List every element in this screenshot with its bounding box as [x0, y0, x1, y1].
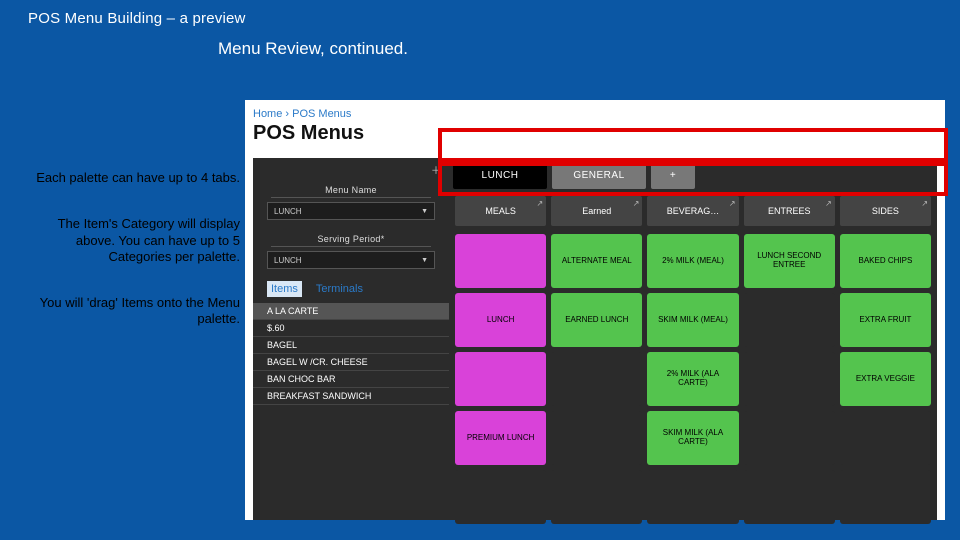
menu-cell[interactable]: [455, 470, 546, 524]
app-screenshot: Home › POS Menus POS Menus ＋ Menu Name L…: [245, 100, 945, 520]
item-list: A LA CARTE $.60 BAGEL BAGEL W /CR. CHEES…: [253, 303, 449, 405]
slide-subheading: Menu Review, continued.: [0, 37, 960, 71]
category-label: Earned: [582, 206, 611, 216]
chevron-down-icon: ▼: [421, 208, 428, 215]
breadcrumb[interactable]: Home › POS Menus: [245, 100, 945, 122]
menu-name-label: Menu Name: [253, 177, 449, 195]
menu-cell[interactable]: BAKED CHIPS: [840, 234, 931, 288]
menu-cell[interactable]: EXTRA FRUIT: [840, 293, 931, 347]
category-tab[interactable]: MEALS ↗: [455, 196, 546, 226]
serving-period-input[interactable]: LUNCH ▼: [267, 251, 435, 269]
category-tab[interactable]: Earned ↗: [551, 196, 642, 226]
menu-cell[interactable]: SKIM MILK (MEAL): [647, 293, 738, 347]
palette-area: LUNCH GENERAL + MEALS ↗ Earned ↗ BEVERAG… ↗…: [449, 158, 937, 520]
slide-title: POS Menu Building – a preview: [0, 0, 960, 37]
menu-cell[interactable]: [551, 470, 642, 524]
menu-name-value: LUNCH: [274, 207, 302, 216]
menu-cell[interactable]: EARNED LUNCH: [551, 293, 642, 347]
category-tab[interactable]: SIDES ↗: [840, 196, 931, 226]
expand-icon: ↗: [825, 199, 832, 208]
palette-tab-lunch[interactable]: LUNCH: [453, 161, 547, 189]
menu-cell[interactable]: [455, 352, 546, 406]
list-item[interactable]: $.60: [253, 320, 449, 337]
menu-cell[interactable]: [455, 234, 546, 288]
category-label: MEALS: [485, 206, 516, 216]
expand-icon: ↗: [729, 199, 736, 208]
page-heading: POS Menus: [245, 122, 945, 151]
terminals-tab[interactable]: Terminals: [312, 281, 367, 297]
menu-grid[interactable]: ALTERNATE MEAL2% MILK (MEAL)LUNCH SECOND…: [449, 234, 937, 520]
menu-cell[interactable]: [744, 411, 835, 465]
menu-cell[interactable]: [551, 411, 642, 465]
list-item[interactable]: BAN CHOC BAR: [253, 371, 449, 388]
menu-cell[interactable]: [744, 470, 835, 524]
menu-cell[interactable]: 2% MILK (MEAL): [647, 234, 738, 288]
menu-cell[interactable]: SKIM MILK (ALA CARTE): [647, 411, 738, 465]
expand-icon: ↗: [921, 199, 928, 208]
category-row: MEALS ↗ Earned ↗ BEVERAG… ↗ ENTREES ↗ SIDES ↗: [449, 196, 937, 226]
palette-tab-add[interactable]: +: [651, 161, 695, 189]
chevron-down-icon: ▼: [421, 257, 428, 264]
list-item[interactable]: A LA CARTE: [253, 303, 449, 320]
menu-cell[interactable]: [744, 293, 835, 347]
config-panel: ＋ Menu Name LUNCH ▼ Serving Period* LUNC…: [253, 158, 449, 520]
annotation-3: You will 'drag' Items onto the Menu pale…: [30, 295, 240, 328]
expand-icon: ↗: [537, 199, 544, 208]
category-label: BEVERAG…: [667, 206, 720, 216]
add-icon[interactable]: ＋: [253, 158, 449, 177]
serving-period-label: Serving Period*: [253, 226, 449, 244]
menu-cell[interactable]: [551, 352, 642, 406]
category-tab[interactable]: ENTREES ↗: [744, 196, 835, 226]
menu-cell[interactable]: [840, 411, 931, 465]
category-label: ENTREES: [768, 206, 811, 216]
annotation-2: The Item's Category will display above. …: [30, 216, 240, 265]
menu-cell[interactable]: EXTRA VEGGIE: [840, 352, 931, 406]
menu-cell[interactable]: 2% MILK (ALA CARTE): [647, 352, 738, 406]
category-tab[interactable]: BEVERAG… ↗: [647, 196, 738, 226]
menu-cell[interactable]: ALTERNATE MEAL: [551, 234, 642, 288]
annotation-column: Each palette can have up to 4 tabs. The …: [30, 170, 240, 358]
editor-area: ＋ Menu Name LUNCH ▼ Serving Period* LUNC…: [253, 158, 937, 520]
annotation-1: Each palette can have up to 4 tabs.: [30, 170, 240, 186]
menu-cell[interactable]: [744, 352, 835, 406]
menu-cell[interactable]: [840, 470, 931, 524]
serving-period-value: LUNCH: [274, 256, 302, 265]
menu-name-input[interactable]: LUNCH ▼: [267, 202, 435, 220]
items-tab[interactable]: Items: [267, 281, 302, 297]
menu-cell[interactable]: LUNCH: [455, 293, 546, 347]
menu-cell[interactable]: [647, 470, 738, 524]
palette-tabs: LUNCH GENERAL +: [449, 158, 937, 192]
expand-icon: ↗: [633, 199, 640, 208]
list-item[interactable]: BAGEL: [253, 337, 449, 354]
list-item[interactable]: BAGEL W /CR. CHEESE: [253, 354, 449, 371]
menu-cell[interactable]: PREMIUM LUNCH: [455, 411, 546, 465]
menu-cell[interactable]: LUNCH SECOND ENTREE: [744, 234, 835, 288]
palette-tab-general[interactable]: GENERAL: [552, 161, 646, 189]
category-label: SIDES: [872, 206, 899, 216]
list-item[interactable]: BREAKFAST SANDWICH: [253, 388, 449, 405]
